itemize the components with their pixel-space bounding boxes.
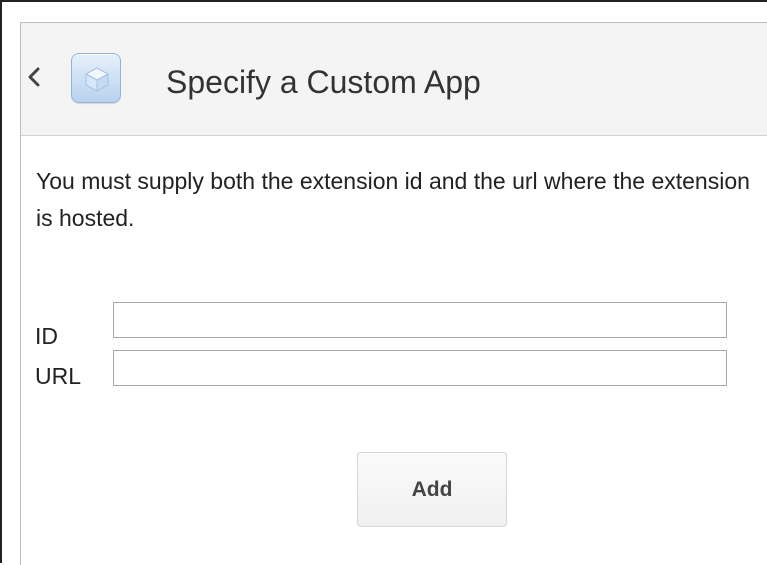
instruction-text: You must supply both the extension id an…	[36, 168, 750, 231]
panel-header: Specify a Custom App	[21, 23, 767, 136]
id-label: ID	[35, 323, 58, 349]
add-button[interactable]: Add	[357, 452, 507, 527]
url-input[interactable]	[113, 350, 727, 386]
chevron-left-icon[interactable]	[27, 67, 41, 87]
custom-app-panel: Specify a Custom App You must supply bot…	[20, 22, 767, 565]
window-frame: Specify a Custom App You must supply bot…	[0, 0, 767, 565]
id-input[interactable]	[113, 302, 727, 338]
page-title: Specify a Custom App	[166, 64, 481, 100]
app-cube-icon	[71, 53, 121, 103]
url-label: URL	[35, 363, 82, 389]
